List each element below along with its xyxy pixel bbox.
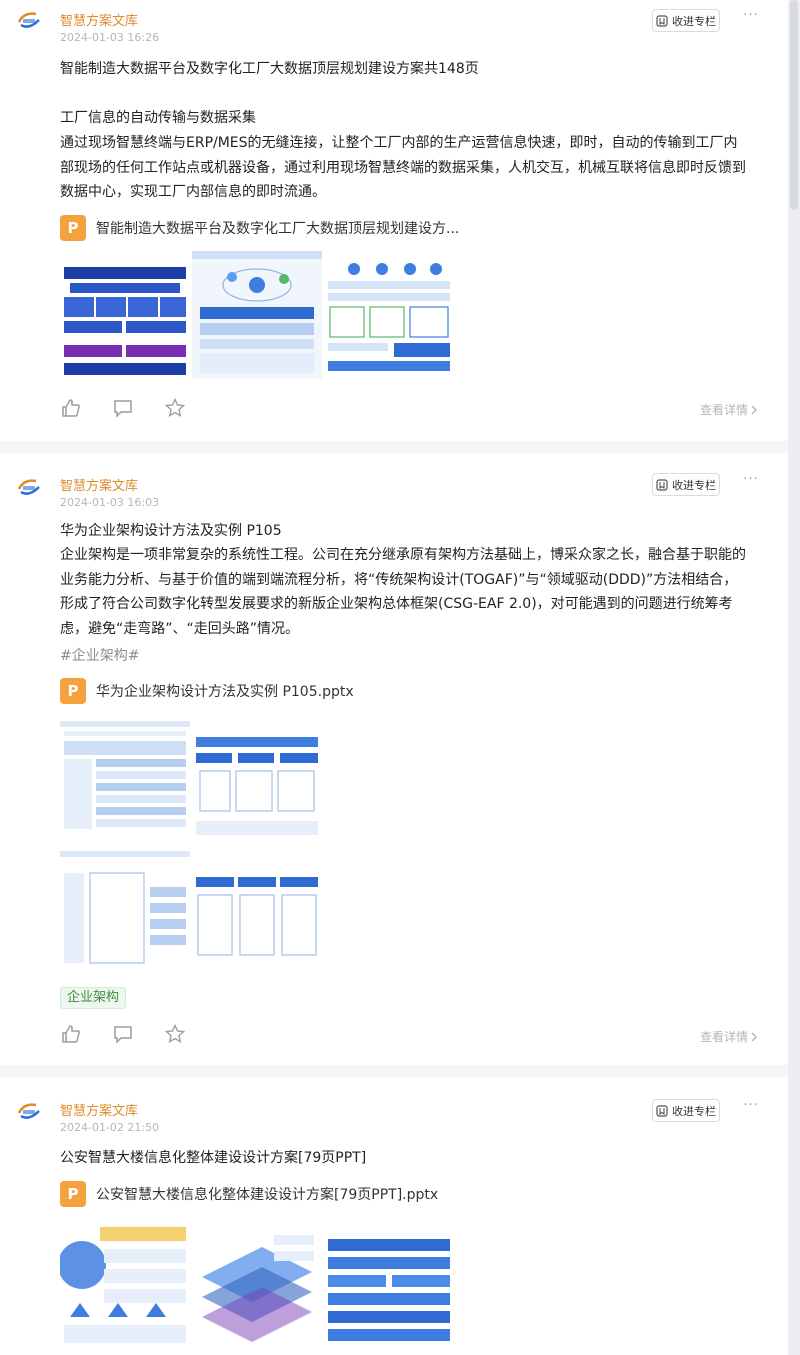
file-name[interactable]: 公安智慧大楼信息化整体建设设计方案[79页PPT].pptx [96, 1184, 438, 1204]
preview-slide-graphic [192, 1217, 322, 1349]
preview-image[interactable] [192, 251, 322, 379]
more-icon[interactable]: ··· [740, 1098, 762, 1113]
like-icon[interactable] [60, 1023, 82, 1045]
preview-slide-graphic [60, 251, 190, 379]
more-icon[interactable]: ··· [740, 472, 762, 487]
avatar-logo-icon [17, 479, 40, 495]
preview-image[interactable] [192, 847, 322, 973]
star-icon[interactable] [164, 397, 186, 419]
avatar-logo-icon [17, 1103, 40, 1119]
bookmark-icon [656, 14, 668, 27]
file-icon: P [60, 215, 86, 241]
post-actions [60, 1023, 186, 1045]
comment-icon[interactable] [112, 397, 134, 419]
post-title: 公安智慧大楼信息化整体建设设计方案[79页PPT] [60, 1150, 367, 1166]
file-icon: P [60, 678, 86, 704]
post-paragraph: 通过现场智慧终端与ERP/MES的无缝连接，让整个工厂内部的生产运营信息快速，即… [60, 135, 746, 200]
preview-image[interactable] [60, 1217, 190, 1349]
post-paragraph: 企业架构是一项非常复杂的系统性工程。公司在充分继承原有架构方法基础上，博采众家之… [60, 547, 746, 637]
post-card: 智慧方案文库 2024-01-03 16:03 收进专栏 ··· 华为企业架构设… [0, 453, 788, 1065]
preview-image[interactable] [60, 251, 190, 379]
bookmark-icon [656, 478, 668, 491]
preview-image[interactable] [324, 251, 454, 379]
scrollbar[interactable] [788, 0, 800, 1355]
collect-button[interactable]: 收进专栏 [652, 1099, 720, 1122]
chevron-right-icon [751, 404, 758, 415]
file-attachment[interactable]: P 华为企业架构设计方法及实例 P105.pptx [60, 678, 354, 704]
collect-label: 收进专栏 [672, 478, 716, 492]
view-detail-label: 查看详情 [700, 403, 749, 417]
file-attachment[interactable]: P 公安智慧大楼信息化整体建设设计方案[79页PPT].pptx [60, 1181, 438, 1207]
post-paragraph [60, 81, 750, 105]
comment-icon[interactable] [112, 1023, 134, 1045]
tag-chip[interactable]: 企业架构 [60, 987, 127, 1009]
hashtag[interactable]: #企业架构# [60, 645, 139, 665]
post-title: 智能制造大数据平台及数字化工厂大数据顶层规划建设方案共148页 [60, 61, 479, 77]
collect-label: 收进专栏 [672, 1104, 716, 1118]
file-attachment[interactable]: P 智能制造大数据平台及数字化工厂大数据顶层规划建设方... [60, 215, 459, 241]
more-icon[interactable]: ··· [740, 8, 762, 23]
post-time: 2024-01-03 16:26 [60, 31, 160, 44]
author-name[interactable]: 智慧方案文库 [60, 1100, 138, 1119]
preview-image[interactable] [60, 847, 190, 973]
collect-button[interactable]: 收进专栏 [652, 473, 720, 496]
chevron-right-icon [751, 1031, 758, 1042]
view-detail-link[interactable]: 查看详情 [700, 1028, 758, 1045]
author-name[interactable]: 智慧方案文库 [60, 475, 138, 494]
view-detail-label: 查看详情 [700, 1030, 749, 1044]
post-time: 2024-01-03 16:03 [60, 496, 160, 509]
preview-slide-graphic [60, 717, 190, 843]
preview-slide-graphic [324, 1217, 454, 1349]
like-icon[interactable] [60, 397, 82, 419]
preview-image[interactable] [324, 1217, 454, 1349]
avatar[interactable] [14, 1097, 46, 1129]
file-name[interactable]: 智能制造大数据平台及数字化工厂大数据顶层规划建设方... [96, 218, 459, 238]
post-card: 智慧方案文库 2024-01-02 21:50 收进专栏 ··· 公安智慧大楼信… [0, 1077, 788, 1355]
file-name[interactable]: 华为企业架构设计方法及实例 P105.pptx [96, 681, 354, 701]
post-time: 2024-01-02 21:50 [60, 1121, 160, 1134]
preview-slide-graphic [60, 847, 190, 973]
preview-image[interactable] [192, 1217, 322, 1349]
preview-slide-graphic [192, 251, 322, 379]
view-detail-link[interactable]: 查看详情 [700, 401, 758, 418]
star-icon[interactable] [164, 1023, 186, 1045]
avatar[interactable] [14, 6, 46, 38]
scrollbar-thumb[interactable] [790, 0, 798, 210]
file-icon: P [60, 1181, 86, 1207]
post-actions [60, 397, 186, 419]
avatar-logo-icon [17, 12, 40, 28]
post-paragraph: 工厂信息的自动传输与数据采集 [60, 110, 256, 126]
preview-image[interactable] [60, 717, 190, 843]
post-card: 智慧方案文库 2024-01-03 16:26 收进专栏 ··· 智能制造大数据… [0, 0, 788, 441]
collect-label: 收进专栏 [672, 14, 716, 28]
preview-slide-graphic [192, 717, 322, 843]
avatar[interactable] [14, 473, 46, 505]
preview-slide-graphic [60, 1217, 190, 1349]
preview-slide-graphic [324, 251, 454, 379]
preview-slide-graphic [192, 847, 322, 973]
author-name[interactable]: 智慧方案文库 [60, 10, 138, 29]
bookmark-icon [656, 1104, 668, 1117]
collect-button[interactable]: 收进专栏 [652, 9, 720, 32]
preview-image[interactable] [192, 717, 322, 843]
post-title: 华为企业架构设计方法及实例 P105 [60, 523, 282, 539]
